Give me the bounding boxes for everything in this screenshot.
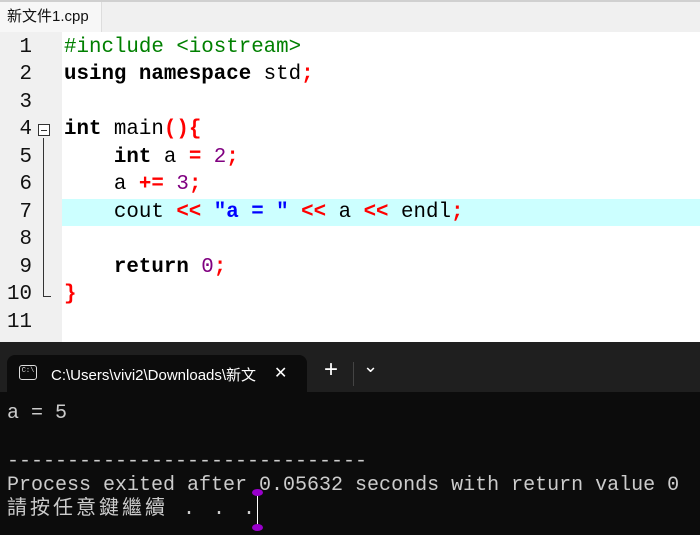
code-text: } [64, 281, 76, 309]
code-text: #include <iostream> [64, 34, 301, 62]
code-line[interactable]: 7 cout << "a = " << a << endl; [0, 198, 700, 227]
code-token-identifier [201, 146, 213, 169]
code-token-identifier [289, 201, 301, 224]
terminal-line: ------------------------------ [7, 450, 368, 473]
code-token-identifier: main [101, 118, 164, 141]
close-tab-icon[interactable]: ✕ [274, 363, 287, 383]
code-token-number: 3 [176, 173, 189, 196]
code-token-identifier: a [326, 200, 364, 224]
code-line[interactable]: 6 a += 3; [0, 171, 700, 199]
terminal-line: 請按任意鍵繼續 . . . [7, 498, 259, 521]
code-token-identifier: cout [64, 200, 177, 224]
code-text: int main(){ [64, 116, 201, 144]
terminal-tab[interactable]: C:\ C:\Users\vivi2\Downloads\新文 ✕ [7, 355, 307, 392]
line-number: 11 [7, 310, 32, 334]
code-editor[interactable]: 1 #include <iostream> 2 using namespace std… [0, 32, 700, 342]
cursor-handle-top [252, 489, 263, 496]
terminal-output[interactable]: a = 5 ------------------------------ Proc… [0, 392, 700, 521]
code-text: cout << "a = " << a << endl; [64, 199, 464, 227]
line-number: 2 [19, 63, 32, 86]
code-token-symbol: << [363, 200, 389, 224]
code-line[interactable]: 1 #include <iostream> [0, 34, 700, 62]
code-token-keyword: int [64, 118, 102, 141]
code-token-symbol: = [188, 145, 202, 169]
code-line[interactable]: 11 [0, 309, 700, 337]
line-number: 1 [19, 35, 32, 59]
code-token-preprocessor: #include <iostream> [64, 35, 302, 59]
code-token-identifier: a [64, 173, 139, 196]
code-token-symbol: (){ [163, 118, 202, 141]
code-token-symbol: ; [213, 255, 227, 279]
code-text: a += 3; [64, 171, 201, 199]
line-number: 6 [19, 173, 32, 196]
terminal-tab-bar: C:\ C:\Users\vivi2\Downloads\新文 ✕ + ⌄ [0, 342, 700, 392]
code-token-symbol: += [138, 173, 164, 196]
fold-end-marker [43, 281, 51, 297]
code-token-identifier [189, 256, 201, 279]
code-token-keyword: int [113, 145, 152, 169]
code-line[interactable]: 10} [0, 281, 700, 309]
line-number: 10 [7, 283, 32, 306]
code-token-symbol: } [64, 283, 77, 306]
line-number: 9 [19, 255, 32, 279]
code-text: int a = 2; [64, 144, 239, 172]
code-line[interactable]: 5 int a = 2; [0, 144, 700, 172]
code-token-identifier [64, 256, 114, 279]
code-token-symbol: ; [188, 173, 202, 196]
code-token-number: 2 [213, 145, 227, 169]
code-line[interactable]: 4 int main(){ [0, 116, 700, 144]
line-number: 4 [19, 118, 32, 141]
code-token-string: "a = " [213, 200, 289, 224]
editor-tab-bar: 新文件1.cpp [0, 0, 700, 32]
terminal-line: a = 5 [7, 402, 68, 425]
code-token-keyword: using namespace [64, 63, 252, 86]
terminal-tab-title: C:\Users\vivi2\Downloads\新文 [51, 367, 257, 384]
line-number: 7 [19, 200, 32, 224]
console-icon: C:\ [19, 365, 37, 380]
code-token-identifier [201, 201, 213, 224]
new-tab-button[interactable]: + [324, 356, 338, 384]
cursor-handle-bottom [252, 524, 263, 531]
dropdown-button[interactable]: ⌄ [363, 356, 378, 377]
file-tab[interactable]: 新文件1.cpp [0, 2, 102, 32]
terminal-line: Process exited after 0.05632 seconds wit… [7, 474, 680, 497]
code-token-identifier [64, 146, 114, 169]
text-cursor-icon [257, 494, 258, 528]
code-token-identifier: a [151, 145, 189, 169]
code-line[interactable]: 8 [0, 226, 700, 254]
code-token-symbol: ; [450, 200, 464, 224]
terminal-window: C:\ C:\Users\vivi2\Downloads\新文 ✕ + ⌄ a … [0, 342, 700, 535]
code-token-symbol: ; [301, 63, 314, 86]
fold-guide [43, 138, 44, 289]
code-text: return 0; [64, 254, 226, 282]
line-number: 8 [19, 228, 32, 251]
code-token-number: 0 [201, 255, 214, 279]
code-text: using namespace std; [64, 61, 314, 89]
code-line[interactable]: 9 return 0; [0, 254, 700, 282]
code-token-symbol: << [176, 200, 202, 224]
code-token-identifier [164, 173, 176, 196]
code-line[interactable]: 3 [0, 89, 700, 117]
code-token-symbol: ; [226, 145, 239, 169]
code-token-keyword: return [113, 255, 189, 279]
code-token-identifier: endl [388, 200, 451, 224]
code-token-symbol: << [301, 200, 327, 224]
line-number: 5 [19, 145, 32, 169]
code-token-identifier: std [251, 63, 302, 86]
divider [353, 362, 354, 386]
fold-collapse-icon[interactable] [38, 124, 50, 136]
code-line[interactable]: 2 using namespace std; [0, 61, 700, 89]
line-number: 3 [19, 90, 32, 114]
